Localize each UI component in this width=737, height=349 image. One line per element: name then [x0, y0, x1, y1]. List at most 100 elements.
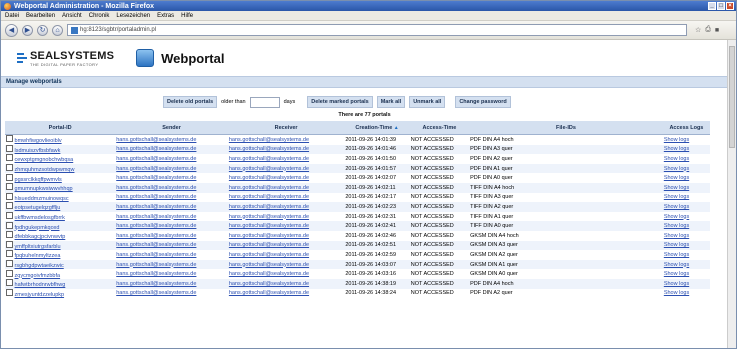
receiver-link[interactable]: hans.gottschall@sealsystems.de: [229, 185, 309, 191]
sender-link[interactable]: hans.gottschall@sealsystems.de: [116, 194, 196, 200]
sender-link[interactable]: hans.gottschall@sealsystems.de: [116, 166, 196, 172]
sender-link[interactable]: hans.gottschall@sealsystems.de: [116, 146, 196, 152]
show-logs-link[interactable]: Show logs: [664, 252, 689, 258]
row-checkbox[interactable]: [6, 260, 13, 268]
sender-link[interactable]: hans.gottschall@sealsystems.de: [116, 262, 196, 268]
show-logs-link[interactable]: Show logs: [664, 281, 689, 287]
maximize-button[interactable]: □: [717, 2, 725, 10]
menu-item-ansicht[interactable]: Ansicht: [62, 13, 82, 19]
back-icon[interactable]: ◀: [5, 23, 18, 37]
sender-link[interactable]: hans.gottschall@sealsystems.de: [116, 242, 196, 248]
receiver-link[interactable]: hans.gottschall@sealsystems.de: [229, 146, 309, 152]
column-header-receiver[interactable]: Receiver: [227, 121, 345, 135]
show-logs-link[interactable]: Show logs: [664, 185, 689, 191]
menu-item-lesezeichen[interactable]: Lesezeichen: [116, 13, 150, 19]
forward-icon[interactable]: ▶: [22, 24, 33, 36]
column-header-sender[interactable]: Sender: [115, 121, 228, 135]
row-checkbox[interactable]: [6, 135, 13, 143]
days-input[interactable]: [249, 96, 280, 108]
receiver-link[interactable]: hans.gottschall@sealsystems.de: [229, 175, 309, 181]
receiver-link[interactable]: hans.gottschall@sealsystems.de: [229, 242, 309, 248]
change-password-button[interactable]: Change password: [455, 96, 511, 108]
minimize-button[interactable]: _: [708, 2, 716, 10]
show-logs-link[interactable]: Show logs: [664, 137, 689, 143]
row-checkbox[interactable]: [6, 183, 13, 191]
row-checkbox[interactable]: [6, 212, 13, 220]
portal-id-link[interactable]: bmwhfiwgovlieoiblv: [15, 138, 62, 144]
portal-id-link[interactable]: fpdhgukepmkqoxd: [15, 225, 60, 231]
receiver-link[interactable]: hans.gottschall@sealsystems.de: [229, 156, 309, 162]
row-checkbox[interactable]: [6, 221, 13, 229]
show-logs-link[interactable]: Show logs: [664, 233, 689, 239]
sender-link[interactable]: hans.gottschall@sealsystems.de: [116, 233, 196, 239]
row-checkbox[interactable]: [6, 202, 13, 210]
receiver-link[interactable]: hans.gottschall@sealsystems.de: [229, 271, 309, 277]
receiver-link[interactable]: hans.gottschall@sealsystems.de: [229, 137, 309, 143]
sender-link[interactable]: hans.gottschall@sealsystems.de: [116, 185, 196, 191]
row-checkbox[interactable]: [6, 173, 13, 181]
delete-marked-portals-button[interactable]: Delete marked portals: [307, 96, 373, 108]
portal-id-link[interactable]: zmesjyuntdzzelupkp: [15, 292, 65, 298]
show-logs-link[interactable]: Show logs: [664, 204, 689, 210]
menu-item-datei[interactable]: Datei: [5, 13, 19, 19]
portal-id-link[interactable]: lsdmuiszvfbsbfawk: [15, 148, 61, 154]
sender-link[interactable]: hans.gottschall@sealsystems.de: [116, 252, 196, 258]
portal-id-link[interactable]: cewxptgmgnobchwbqsa: [15, 157, 74, 163]
receiver-link[interactable]: hans.gottschall@sealsystems.de: [229, 233, 309, 239]
menu-item-chronik[interactable]: Chronik: [89, 13, 110, 19]
sender-link[interactable]: hans.gottschall@sealsystems.de: [116, 156, 196, 162]
mark-all-button[interactable]: Mark all: [376, 96, 406, 108]
show-logs-link[interactable]: Show logs: [664, 194, 689, 200]
row-checkbox[interactable]: [6, 144, 13, 152]
portal-id-link[interactable]: eotpsetugelqzgfflju: [15, 205, 61, 211]
receiver-link[interactable]: hans.gottschall@sealsystems.de: [229, 252, 309, 258]
show-logs-link[interactable]: Show logs: [664, 156, 689, 162]
column-header-file-ids[interactable]: File-IDs: [469, 121, 663, 135]
row-checkbox[interactable]: [6, 288, 13, 296]
row-checkbox[interactable]: [6, 154, 13, 162]
sender-link[interactable]: hans.gottschall@sealsystems.de: [116, 137, 196, 143]
show-logs-link[interactable]: Show logs: [664, 214, 689, 220]
sender-link[interactable]: hans.gottschall@sealsystems.de: [116, 271, 196, 277]
show-logs-link[interactable]: Show logs: [664, 166, 689, 172]
receiver-link[interactable]: hans.gottschall@sealsystems.de: [229, 204, 309, 210]
portal-id-link[interactable]: dfebbkagcjpcivnwvtp: [15, 234, 66, 240]
unmark-all-button[interactable]: Unmark all: [409, 96, 446, 108]
menu-item-hilfe[interactable]: Hilfe: [181, 13, 193, 19]
show-logs-link[interactable]: Show logs: [664, 242, 689, 248]
column-header-creation-time[interactable]: Creation-Time ▲: [344, 121, 410, 135]
sender-link[interactable]: hans.gottschall@sealsystems.de: [116, 281, 196, 287]
portal-id-link[interactable]: zhmquhmzsotdwpwmqw: [15, 167, 75, 173]
row-checkbox[interactable]: [6, 231, 13, 239]
row-checkbox[interactable]: [6, 164, 13, 172]
sender-link[interactable]: hans.gottschall@sealsystems.de: [116, 204, 196, 210]
home-icon[interactable]: ⌂: [52, 24, 63, 36]
sender-link[interactable]: hans.gottschall@sealsystems.de: [116, 214, 196, 220]
row-checkbox[interactable]: [6, 250, 13, 258]
receiver-link[interactable]: hans.gottschall@sealsystems.de: [229, 166, 309, 172]
portal-id-link[interactable]: zqycmgoivfmzbbfa: [15, 273, 61, 279]
sender-link[interactable]: hans.gottschall@sealsystems.de: [116, 175, 196, 181]
close-button[interactable]: ×: [726, 2, 734, 10]
address-bar[interactable]: hg:8123/sgbtr/portaladmin.pl: [67, 24, 687, 36]
scrollbar-thumb[interactable]: [729, 46, 735, 148]
reload-icon[interactable]: ↻: [37, 24, 48, 36]
row-checkbox[interactable]: [6, 192, 13, 200]
addon-icon[interactable]: ■: [715, 27, 719, 34]
column-header-portal-id[interactable]: Portal-ID: [5, 121, 116, 135]
show-logs-link[interactable]: Show logs: [664, 146, 689, 152]
show-logs-link[interactable]: Show logs: [664, 262, 689, 268]
portal-id-link[interactable]: rsgbhgdpwtaeikzwic: [15, 263, 64, 269]
receiver-link[interactable]: hans.gottschall@sealsystems.de: [229, 214, 309, 220]
column-header-access-time[interactable]: Access-Time: [409, 121, 470, 135]
menu-item-extras[interactable]: Extras: [157, 13, 174, 19]
sender-link[interactable]: hans.gottschall@sealsystems.de: [116, 290, 196, 296]
column-header-access-logs[interactable]: Access Logs: [662, 121, 710, 135]
print-icon[interactable]: ⎙: [705, 26, 711, 34]
receiver-link[interactable]: hans.gottschall@sealsystems.de: [229, 290, 309, 296]
row-checkbox[interactable]: [6, 240, 13, 248]
vertical-scrollbar[interactable]: [727, 40, 736, 348]
row-checkbox[interactable]: [6, 279, 13, 287]
receiver-link[interactable]: hans.gottschall@sealsystems.de: [229, 194, 309, 200]
show-logs-link[interactable]: Show logs: [664, 290, 689, 296]
